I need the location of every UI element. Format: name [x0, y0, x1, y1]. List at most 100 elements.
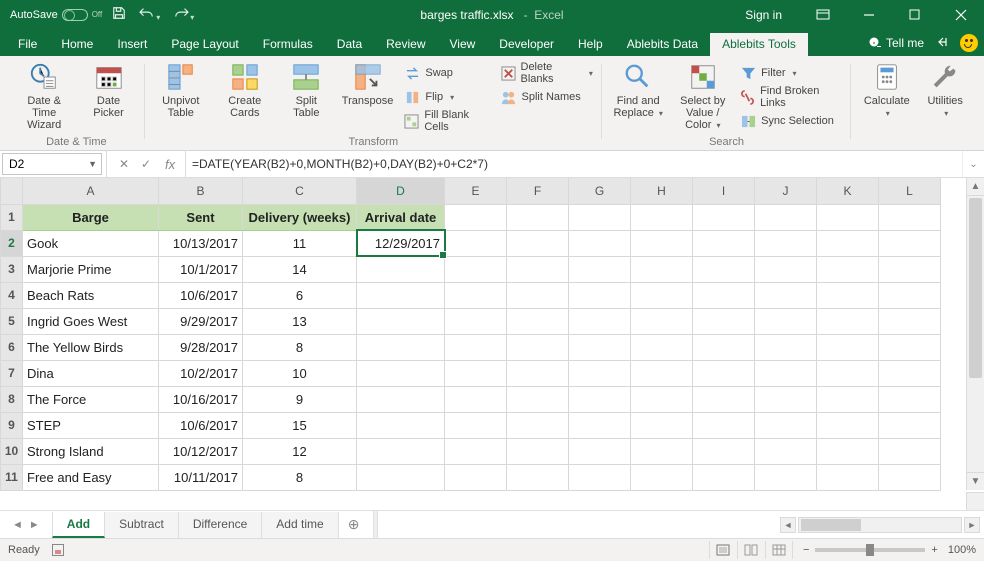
cell-L5[interactable]	[879, 308, 941, 334]
col-header-B[interactable]: B	[159, 178, 243, 204]
cell-C4[interactable]: 6	[243, 282, 357, 308]
row-header-6[interactable]: 6	[1, 334, 23, 360]
cell-K6[interactable]	[817, 334, 879, 360]
autosave-toggle[interactable]: AutoSave Off	[10, 9, 102, 21]
zoom-in-button[interactable]: +	[931, 544, 937, 556]
cell-A4[interactable]: Beach Rats	[23, 282, 159, 308]
calculate-button[interactable]: Calculate ▾	[857, 60, 916, 148]
ribbon-display-options[interactable]	[800, 0, 846, 29]
header-cell[interactable]: Delivery (weeks)	[243, 204, 357, 230]
tab-ablebits-tools[interactable]: Ablebits Tools	[710, 33, 808, 56]
sheet-tab-add[interactable]: Add	[52, 512, 105, 538]
hscroll-thumb[interactable]	[801, 519, 861, 531]
col-header-K[interactable]: K	[817, 178, 879, 204]
vertical-scrollbar[interactable]: ▲ ▼	[966, 178, 984, 490]
cell-L2[interactable]	[879, 230, 941, 256]
cell-K11[interactable]	[817, 464, 879, 490]
cell-F5[interactable]	[507, 308, 569, 334]
cell-A11[interactable]: Free and Easy	[23, 464, 159, 490]
tab-page-layout[interactable]: Page Layout	[159, 33, 250, 56]
cell-K5[interactable]	[817, 308, 879, 334]
cell-E8[interactable]	[445, 386, 507, 412]
row-header-2[interactable]: 2	[1, 230, 23, 256]
cell-L4[interactable]	[879, 282, 941, 308]
scroll-up-icon[interactable]: ▲	[967, 178, 984, 196]
cancel-formula-icon[interactable]: ✕	[113, 157, 135, 171]
cell-H8[interactable]	[631, 386, 693, 412]
calendar-button[interactable]: Date Picker	[78, 60, 138, 136]
cell-K9[interactable]	[817, 412, 879, 438]
cell-K10[interactable]	[817, 438, 879, 464]
cell-F3[interactable]	[507, 256, 569, 282]
tab-file[interactable]: File	[6, 33, 49, 56]
minimize-button[interactable]	[846, 0, 892, 29]
split-table-button[interactable]: Split Table	[279, 60, 334, 136]
cell-G6[interactable]	[569, 334, 631, 360]
cell-J7[interactable]	[755, 360, 817, 386]
cell-E4[interactable]	[445, 282, 507, 308]
cell-B5[interactable]: 9/29/2017	[159, 308, 243, 334]
cell-L8[interactable]	[879, 386, 941, 412]
cell-K8[interactable]	[817, 386, 879, 412]
tab-formulas[interactable]: Formulas	[251, 33, 325, 56]
cell-A3[interactable]: Marjorie Prime	[23, 256, 159, 282]
cell-I11[interactable]	[693, 464, 755, 490]
cell-C7[interactable]: 10	[243, 360, 357, 386]
cell-D5[interactable]	[357, 308, 445, 334]
cell-C8[interactable]: 9	[243, 386, 357, 412]
cards-button[interactable]: Create Cards	[215, 60, 275, 136]
select-all-corner[interactable]	[1, 178, 23, 204]
cell-B4[interactable]: 10/6/2017	[159, 282, 243, 308]
tab-home[interactable]: Home	[49, 33, 105, 56]
row-header-7[interactable]: 7	[1, 360, 23, 386]
cell-J9[interactable]	[755, 412, 817, 438]
page-break-view-button[interactable]	[765, 541, 793, 559]
cell-E7[interactable]	[445, 360, 507, 386]
cell-J6[interactable]	[755, 334, 817, 360]
select-by-button[interactable]: Select by Value / Color ▾	[672, 60, 733, 136]
cell-I9[interactable]	[693, 412, 755, 438]
sheet-nav-prev[interactable]: ◄	[12, 519, 23, 531]
cell-A10[interactable]: Strong Island	[23, 438, 159, 464]
sheet-tab-add-time[interactable]: Add time	[262, 512, 338, 538]
cell-L9[interactable]	[879, 412, 941, 438]
zoom-slider[interactable]: − +	[803, 544, 938, 556]
cell-E10[interactable]	[445, 438, 507, 464]
sheet-nav-next[interactable]: ►	[29, 519, 40, 531]
row-header-3[interactable]: 3	[1, 256, 23, 282]
cell-I3[interactable]	[693, 256, 755, 282]
cell-C5[interactable]: 13	[243, 308, 357, 334]
cell-A2[interactable]: Gook	[23, 230, 159, 256]
cell-D11[interactable]	[357, 464, 445, 490]
cell-I8[interactable]	[693, 386, 755, 412]
utilities-button[interactable]: Utilities ▾	[920, 60, 970, 148]
cell-H4[interactable]	[631, 282, 693, 308]
undo-button[interactable]: ▾	[138, 6, 160, 23]
header-cell[interactable]: Arrival date	[357, 204, 445, 230]
cell-J10[interactable]	[755, 438, 817, 464]
fx-icon[interactable]: fx	[157, 157, 179, 172]
broken-links-button[interactable]: Find Broken Links	[737, 86, 845, 108]
col-header-I[interactable]: I	[693, 178, 755, 204]
col-header-G[interactable]: G	[569, 178, 631, 204]
cell-J8[interactable]	[755, 386, 817, 412]
cell-C6[interactable]: 8	[243, 334, 357, 360]
name-box[interactable]: D2 ▼	[2, 153, 102, 175]
expand-formula-bar[interactable]: ⌄	[962, 151, 984, 177]
cell-D7[interactable]	[357, 360, 445, 386]
spreadsheet-grid[interactable]: ABCDEFGHIJKL1BargeSentDelivery (weeks)Ar…	[0, 178, 984, 510]
header-cell[interactable]: Barge	[23, 204, 159, 230]
cell-H5[interactable]	[631, 308, 693, 334]
cell-H11[interactable]	[631, 464, 693, 490]
filter-button[interactable]: Filter▾	[737, 62, 845, 84]
cell-A5[interactable]: Ingrid Goes West	[23, 308, 159, 334]
cell-H2[interactable]	[631, 230, 693, 256]
cell-G11[interactable]	[569, 464, 631, 490]
swap-button[interactable]: Swap	[401, 62, 493, 84]
hscroll-right-icon[interactable]: ►	[964, 517, 980, 533]
cell-L11[interactable]	[879, 464, 941, 490]
col-header-D[interactable]: D	[357, 178, 445, 204]
cell-J4[interactable]	[755, 282, 817, 308]
cell-I10[interactable]	[693, 438, 755, 464]
cell-I2[interactable]	[693, 230, 755, 256]
